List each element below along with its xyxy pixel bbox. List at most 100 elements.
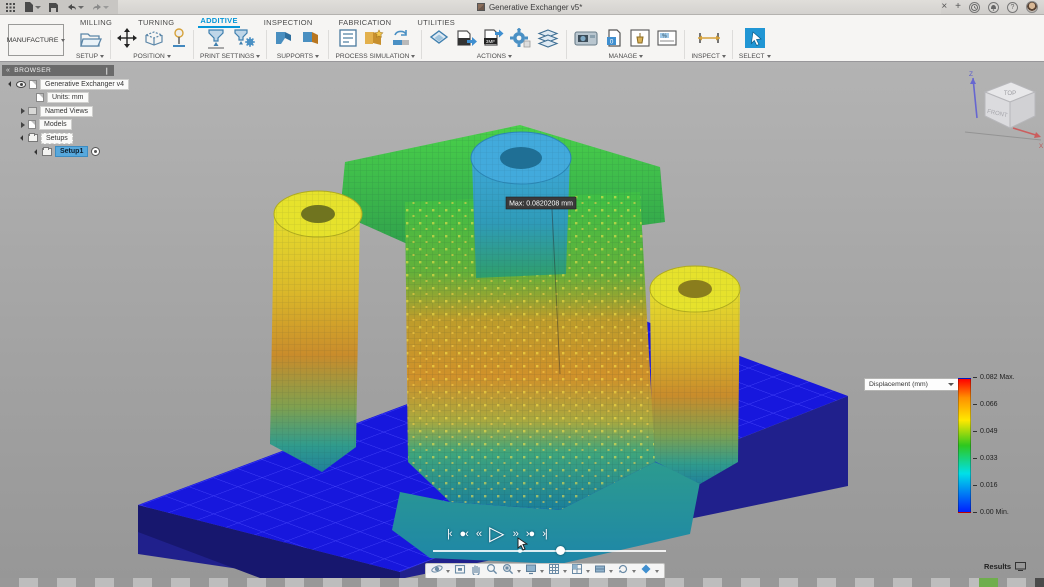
machine-library-icon[interactable] [573, 28, 599, 53]
collapse-icon[interactable] [21, 122, 25, 128]
save-button[interactable] [48, 2, 59, 13]
tree-row-units[interactable]: Units: mm [2, 92, 192, 103]
new-tab-button[interactable]: + [955, 2, 961, 12]
notification-bell-icon[interactable] [988, 2, 999, 13]
simulation-settings-icon[interactable] [338, 28, 358, 53]
viewports-caret-icon[interactable] [586, 570, 590, 573]
grid-snaps-icon[interactable] [548, 562, 560, 578]
settings-gear-icon[interactable] [509, 28, 531, 53]
go-to-start-button[interactable]: |‹ [447, 529, 452, 540]
print-setting-icon[interactable] [205, 27, 227, 54]
machine-display-icon[interactable] [594, 562, 606, 578]
visibility-eye-icon[interactable] [16, 81, 26, 88]
look-at-icon[interactable] [454, 562, 466, 578]
viewcube[interactable]: TOP FRONT Z X [963, 70, 1043, 152]
post-library-icon[interactable] [629, 28, 651, 53]
new-setup-icon[interactable] [78, 28, 102, 53]
fit-icon[interactable] [502, 562, 514, 578]
browser-header[interactable]: « BROWSER ❙ [2, 65, 114, 76]
help-icon[interactable]: ? [1007, 2, 1018, 13]
group-process-simulation-label[interactable]: PROCESS SIMULATION [335, 53, 415, 60]
tree-row-setup1[interactable]: Setup1 [2, 146, 192, 157]
file-menu[interactable] [23, 2, 41, 13]
support-generate-icon[interactable] [273, 28, 295, 53]
step-back-button[interactable]: ●‹ [460, 529, 468, 540]
display-settings-caret-icon[interactable] [540, 570, 544, 573]
probe-icon[interactable] [171, 27, 187, 54]
timeline-scrubber[interactable] [433, 550, 666, 552]
pan-icon[interactable] [470, 562, 482, 578]
go-to-end-button[interactable]: ›| [542, 529, 547, 540]
group-print-settings-label[interactable]: PRINT SETTINGS [200, 53, 260, 60]
app-grid-icon[interactable] [5, 2, 16, 13]
expand-icon[interactable] [20, 135, 26, 141]
collapse-browser-icon[interactable]: « [6, 67, 10, 74]
task-manager-icon[interactable]: % [656, 28, 678, 53]
move-icon[interactable] [117, 28, 137, 53]
group-inspect-label[interactable]: INSPECT [691, 53, 726, 60]
group-supports-label[interactable]: SUPPORTS [277, 53, 319, 60]
undo-button[interactable] [66, 2, 84, 13]
group-position-label[interactable]: POSITION [133, 53, 171, 60]
tab-fabrication[interactable]: FABRICATION [337, 16, 394, 28]
group-select-label[interactable]: SELECT [739, 53, 771, 60]
tree-row-models[interactable]: Models [2, 119, 192, 130]
simulation-study-icon[interactable] [363, 28, 385, 53]
simulation-sync-icon[interactable] [390, 28, 412, 53]
workspace-selector[interactable]: MANUFACTURE [8, 24, 64, 56]
simulation-display-icon[interactable] [640, 562, 652, 578]
orbit-caret-icon[interactable] [446, 570, 450, 573]
tree-row-named-views[interactable]: Named Views [2, 106, 192, 117]
browser-pin-icon[interactable]: ❙ [104, 67, 110, 75]
export-3mf-icon[interactable]: 3MF [482, 28, 504, 53]
fit-caret-icon[interactable] [517, 570, 521, 573]
expand-icon[interactable] [34, 149, 40, 155]
print-setting-edit-icon[interactable] [232, 27, 256, 54]
viewports-icon[interactable] [571, 562, 583, 578]
setups-label[interactable]: Setups [41, 133, 73, 144]
measure-icon[interactable] [696, 29, 722, 52]
play-button[interactable]: ▷ [489, 524, 504, 544]
close-tab-button[interactable]: × [941, 2, 947, 12]
document-tab[interactable]: Generative Exchanger v5* [118, 0, 941, 14]
refresh-caret-icon[interactable] [632, 570, 636, 573]
named-views-label[interactable]: Named Views [40, 106, 93, 117]
tree-row-setups[interactable]: Setups [2, 133, 192, 144]
print-settings-library-icon[interactable]: 0 [604, 28, 624, 53]
scrubber-handle[interactable] [556, 546, 565, 555]
models-label[interactable]: Models [39, 119, 72, 130]
simulation-display-caret-icon[interactable] [655, 570, 659, 573]
support-edit-icon[interactable] [300, 28, 322, 53]
root-component-label[interactable]: Generative Exchanger v4 [40, 79, 129, 90]
machine-display-caret-icon[interactable] [609, 570, 613, 573]
tab-milling[interactable]: MILLING [78, 16, 114, 28]
tab-utilities[interactable]: UTILITIES [415, 16, 457, 28]
viewport-canvas[interactable]: Max: 0.0820208 mm « BROWSER ❙ Generative… [0, 62, 1044, 578]
generate-icon[interactable] [428, 28, 450, 53]
display-settings-icon[interactable] [525, 562, 537, 578]
rewind-button[interactable]: ‹‹ [476, 529, 481, 540]
legend-field-selector[interactable]: Displacement (mm) [864, 378, 959, 391]
machine-bed-icon[interactable] [142, 28, 166, 53]
group-actions-label[interactable]: ACTIONS [477, 53, 512, 60]
setup1-label[interactable]: Setup1 [55, 146, 88, 157]
layers-icon[interactable] [536, 28, 560, 53]
group-setup-label[interactable]: SETUP [76, 53, 104, 60]
orbit-icon[interactable] [431, 562, 443, 578]
tab-inspection[interactable]: INSPECTION [262, 16, 315, 28]
units-label[interactable]: Units: mm [47, 92, 89, 103]
export-icon[interactable] [455, 28, 477, 53]
tree-row-root[interactable]: Generative Exchanger v4 [2, 79, 192, 90]
job-status-icon[interactable] [969, 2, 980, 13]
collapse-icon[interactable] [21, 108, 25, 114]
select-tool-icon[interactable] [744, 27, 766, 54]
group-manage-label[interactable]: MANAGE [609, 53, 644, 60]
redo-button[interactable] [91, 2, 109, 13]
refresh-icon[interactable] [617, 562, 629, 578]
results-toggle[interactable]: Results [984, 562, 1026, 571]
grid-snaps-caret-icon[interactable] [563, 570, 567, 573]
zoom-icon[interactable] [486, 562, 498, 578]
expand-icon[interactable] [8, 81, 14, 87]
user-avatar[interactable] [1026, 1, 1038, 13]
active-setup-radio-icon[interactable] [91, 147, 100, 156]
